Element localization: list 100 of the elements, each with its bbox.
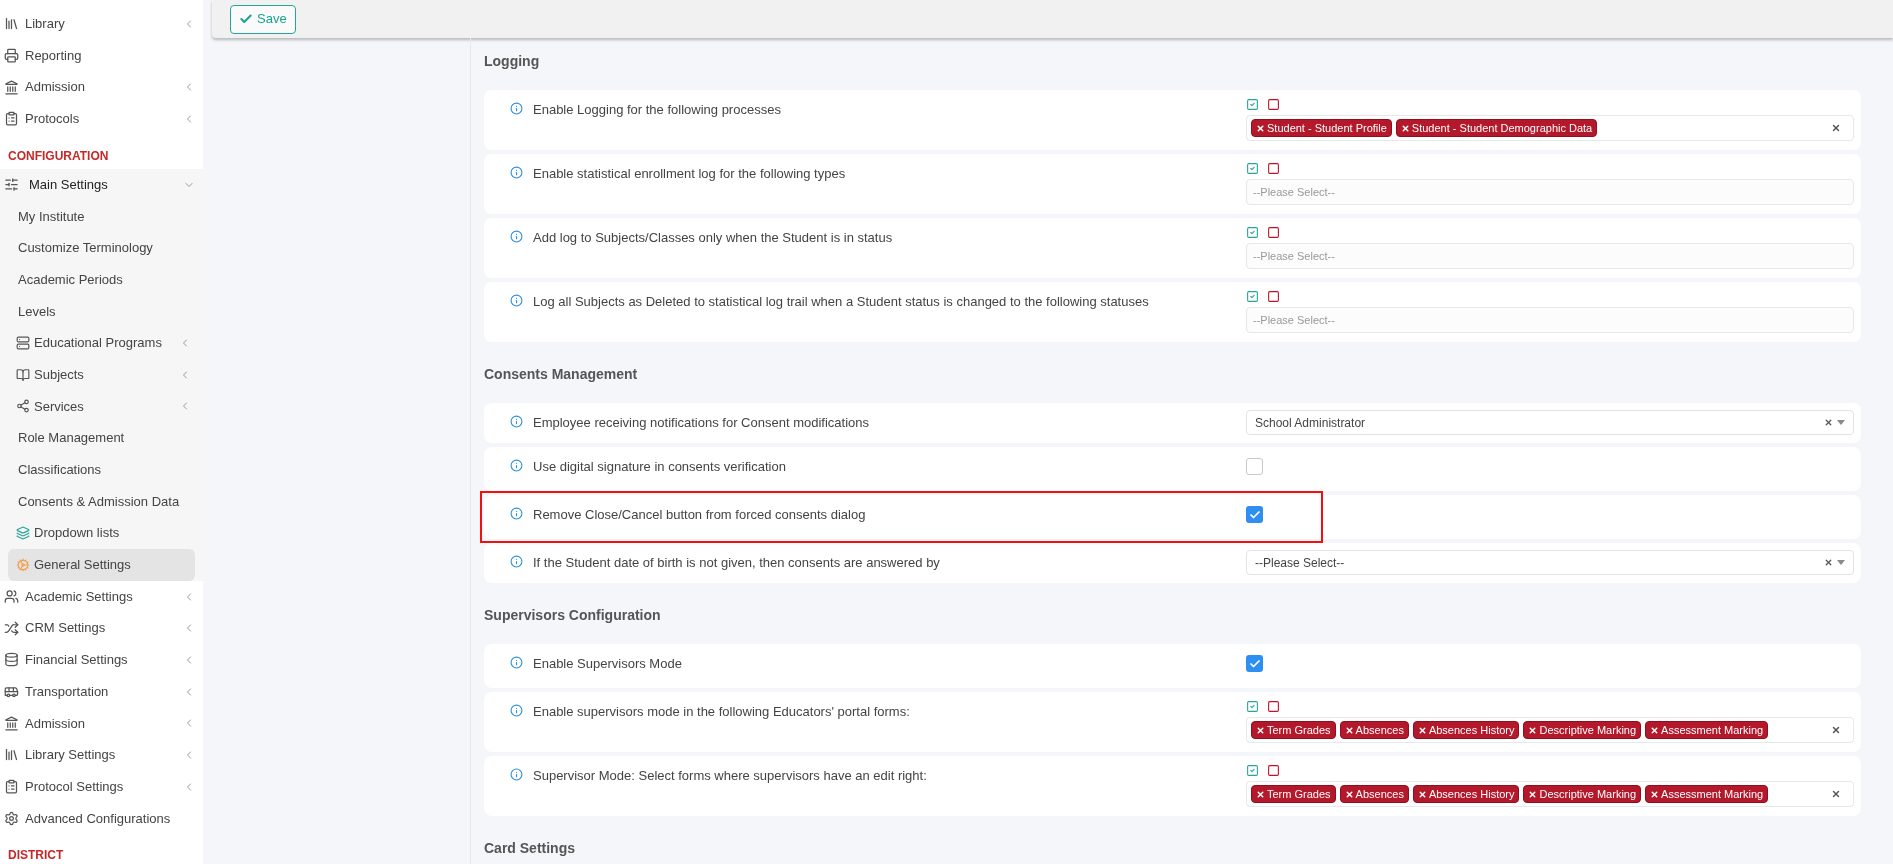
clear-icon[interactable] <box>1824 558 1833 567</box>
multiselect-field[interactable]: Term Grades Absences Absences History Descriptive Marking Assessment Marking <box>1246 717 1854 743</box>
remove-icon <box>1528 789 1538 799</box>
sidebar-item[interactable]: Reporting <box>0 39 203 72</box>
info-icon[interactable] <box>510 768 523 781</box>
sidebar-item[interactable]: Admission <box>0 707 203 740</box>
tag-chip[interactable]: Descriptive Marking <box>1523 721 1642 739</box>
sidebar-item[interactable]: Library Settings <box>0 739 203 771</box>
select-all-button[interactable] <box>1246 700 1259 713</box>
clear-icon[interactable] <box>1824 418 1833 427</box>
sidebar-item[interactable]: Admission <box>0 71 203 104</box>
people-icon <box>4 589 19 605</box>
deselect-all-button[interactable] <box>1267 290 1280 303</box>
sidebar-subitem[interactable]: Customize Terminology <box>8 232 195 264</box>
sidebar-subitem[interactable]: Subjects <box>8 358 195 391</box>
book-icon <box>16 367 30 382</box>
sidebar-subitem[interactable]: Role Management <box>8 422 195 454</box>
checkbox[interactable] <box>1246 458 1263 475</box>
sidebar-item[interactable]: Financial Settings <box>0 644 203 676</box>
tag-chip[interactable]: Term Grades <box>1251 785 1336 803</box>
setting-label: Remove Close/Cancel button from forced consents dialog <box>533 506 866 524</box>
tag-chip[interactable]: Student - Student Profile <box>1251 119 1392 137</box>
info-icon[interactable] <box>510 459 523 472</box>
sidebar-subitem[interactable]: Academic Periods <box>8 263 195 296</box>
info-icon[interactable] <box>510 294 523 307</box>
clipboard-icon <box>4 111 19 127</box>
remove-icon <box>1256 789 1265 799</box>
gear-icon <box>16 557 30 572</box>
books-icon <box>4 747 19 763</box>
multiselect-field[interactable]: Term Grades Absences Absences History Descriptive Marking Assessment Marking <box>1246 781 1854 807</box>
select-all-button[interactable] <box>1246 226 1259 239</box>
printer-icon <box>4 48 19 64</box>
setting-label: Enable supervisors mode in the following Educators' portal forms: <box>533 703 910 721</box>
sidebar-item[interactable]: Transportation <box>0 675 203 708</box>
check-icon <box>239 12 253 26</box>
tag-chip[interactable]: Assessment Marking <box>1645 721 1769 739</box>
tag-chip[interactable]: Descriptive Marking <box>1523 785 1642 803</box>
sidebar-item[interactable]: Advanced Configurations <box>0 802 203 835</box>
tag-chip[interactable]: Absences <box>1339 721 1409 739</box>
sidebar-subitem[interactable]: Services <box>8 390 195 423</box>
remove-icon <box>1344 789 1354 799</box>
select-all-button[interactable] <box>1246 764 1259 777</box>
clear-icon[interactable] <box>1831 789 1841 799</box>
select-all-button[interactable] <box>1246 98 1259 111</box>
sidebar-subitem[interactable]: Dropdown lists <box>8 517 195 549</box>
section-heading: CONFIGURATION <box>8 147 109 165</box>
sidebar-item[interactable]: Protocol Settings <box>0 770 203 803</box>
sidebar-subitem[interactable]: My Institute <box>8 200 195 233</box>
multiselect-field[interactable]: Student - Student Profile Student - Student Demographic Data <box>1246 115 1854 141</box>
sidebar-subitem[interactable]: Consents & Admission Data <box>8 485 195 518</box>
info-icon[interactable] <box>510 507 523 520</box>
remove-icon <box>1256 725 1265 735</box>
check-icon <box>1248 657 1261 670</box>
deselect-all-button[interactable] <box>1267 162 1280 175</box>
info-icon[interactable] <box>510 230 523 243</box>
setting-label: If the Student date of birth is not given, then consents are answered by <box>533 554 940 572</box>
select-field[interactable]: --Please Select-- <box>1246 550 1854 575</box>
server-icon <box>16 336 30 351</box>
info-icon[interactable] <box>510 166 523 179</box>
info-icon[interactable] <box>510 102 523 115</box>
tag-chip[interactable]: Student - Student Demographic Data <box>1395 119 1598 137</box>
layers-icon <box>16 526 30 541</box>
sidebar-subitem[interactable]: Classifications <box>8 453 195 486</box>
info-icon[interactable] <box>510 656 523 669</box>
info-icon[interactable] <box>510 704 523 717</box>
sidebar-item[interactable]: CRM Settings <box>0 612 203 645</box>
deselect-all-button[interactable] <box>1267 226 1280 239</box>
caret-icon <box>1837 420 1845 425</box>
info-icon[interactable] <box>510 555 523 568</box>
info-icon[interactable] <box>510 415 523 428</box>
books-icon <box>4 16 19 32</box>
clear-icon[interactable] <box>1831 725 1841 735</box>
checkbox[interactable] <box>1246 655 1263 672</box>
select-all-button[interactable] <box>1246 290 1259 303</box>
sidebar-item[interactable]: Protocols <box>0 103 203 135</box>
sidebar-item[interactable]: Main Settings <box>0 168 203 201</box>
select-all-button[interactable] <box>1246 162 1259 175</box>
checkbox[interactable] <box>1246 506 1263 523</box>
tag-chip[interactable]: Assessment Marking <box>1645 785 1769 803</box>
clear-icon[interactable] <box>1831 123 1841 133</box>
sidebar-item[interactable]: Academic Settings <box>0 580 203 613</box>
deselect-all-button[interactable] <box>1267 98 1280 111</box>
setting-label: Supervisor Mode: Select forms where supervisors have an edit right: <box>533 767 927 785</box>
tag-chip[interactable]: Absences <box>1339 785 1409 803</box>
deselect-all-button[interactable] <box>1267 764 1280 777</box>
section-title: Consents Management <box>484 365 639 384</box>
setting-label: Enable statistical enrollment log for the following types <box>533 165 846 183</box>
sidebar-subitem[interactable]: Levels <box>8 295 195 328</box>
setting-label: Log all Subjects as Deleted to statistical log trail when a Student status is changed to the following statuses <box>533 293 1149 311</box>
database-icon <box>4 652 19 668</box>
tag-chip[interactable]: Absences History <box>1412 785 1520 803</box>
tag-chip[interactable]: Term Grades <box>1251 721 1336 739</box>
select-field[interactable]: School Administrator <box>1246 410 1854 435</box>
remove-icon <box>1400 123 1410 133</box>
sidebar-subitem[interactable]: Educational Programs <box>8 327 195 359</box>
tag-chip[interactable]: Absences History <box>1412 721 1520 739</box>
sidebar-item[interactable]: Library <box>0 8 203 40</box>
deselect-all-button[interactable] <box>1267 700 1280 713</box>
remove-icon <box>1650 725 1660 735</box>
sidebar-subitem[interactable]: General Settings <box>8 549 195 581</box>
